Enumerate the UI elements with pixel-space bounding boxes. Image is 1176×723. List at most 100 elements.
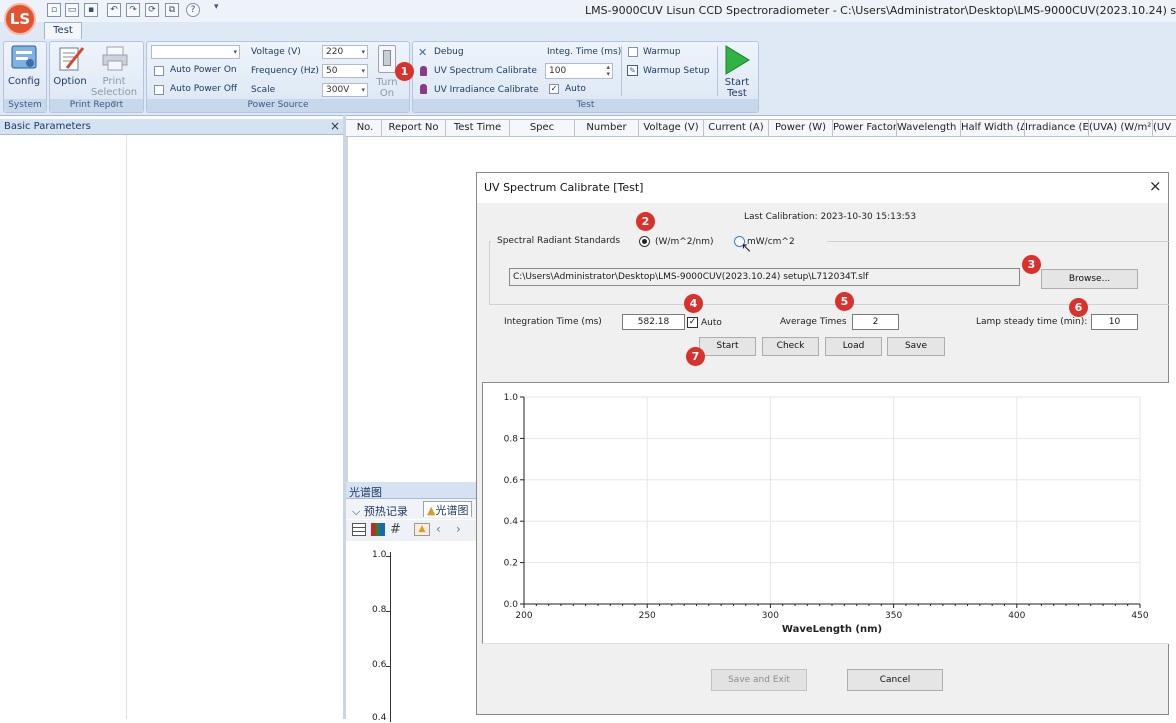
scale-select[interactable]: 300V ▾ [322, 83, 368, 97]
start-test-icon[interactable] [724, 45, 750, 75]
browse-button[interactable]: Browse... [1041, 269, 1138, 289]
col-header[interactable]: Irradiance (Ee,uv) (W/m²) [1025, 120, 1089, 136]
tab-spectrum[interactable]: ▲光谱图 [423, 501, 473, 517]
save-icon[interactable]: ▪ [84, 3, 98, 17]
config-icon[interactable] [9, 44, 39, 72]
col-header[interactable]: Power (W) [769, 120, 833, 136]
auto-power-off-checkbox[interactable] [154, 85, 164, 95]
color-bar-icon[interactable] [371, 523, 385, 536]
undo-icon[interactable]: ↶ [107, 3, 121, 17]
scale-value: 300V [326, 85, 350, 95]
start-button[interactable]: Start [699, 337, 756, 356]
load-button[interactable]: Load [825, 337, 882, 356]
auto-power-on-label: Auto Power On [170, 65, 237, 75]
unit-option-mw-cm2-label: mW/cm^2 [747, 237, 795, 247]
warmup-setup-button[interactable]: Warmup Setup [643, 66, 710, 76]
integration-time-input[interactable]: 582.18 [622, 314, 685, 330]
table-view-icon[interactable] [352, 523, 366, 536]
col-header[interactable]: Wavelength (λp) [897, 120, 961, 136]
bg-chart-tick-label: 1.0 [372, 550, 387, 560]
check-button[interactable]: Check [762, 337, 819, 356]
next-arrow-icon[interactable]: › [456, 522, 461, 536]
dialog-close-icon[interactable]: × [1149, 177, 1162, 195]
basic-parameters-grid [0, 135, 343, 719]
power-switch-icon[interactable] [378, 45, 396, 73]
col-header[interactable]: Report No [382, 120, 446, 136]
start-test-button[interactable]: Start Test [718, 77, 756, 99]
uv-spectrum-calibrate-dialog: UV Spectrum Calibrate [Test] × Last Cali… [476, 172, 1169, 715]
auto-power-off-label: Auto Power Off [170, 84, 238, 94]
bg-chart-tick [386, 666, 391, 667]
standard-file-path[interactable]: C:\Users\Administrator\Desktop\LMS-9000C… [509, 268, 1020, 286]
y-tick-label: 0.2 [504, 559, 518, 569]
option-icon[interactable] [57, 44, 85, 74]
print-selection-label: Print Selection [90, 76, 138, 98]
device-select[interactable]: ▾ [151, 45, 240, 59]
warmup-label: Warmup [643, 47, 681, 57]
option-button[interactable]: Option [52, 76, 88, 87]
col-header[interactable]: (UV [1153, 120, 1176, 136]
col-header[interactable]: Test Time [446, 120, 510, 136]
spectrum-toolbar: # ▲ ‹ › [346, 520, 486, 541]
turn-on-button[interactable]: Turn On [371, 77, 403, 99]
auto-power-on-checkbox[interactable] [154, 66, 164, 76]
close-panel-icon[interactable]: × [330, 119, 340, 133]
integ-time-input[interactable]: 100 ▴ ▾ [545, 63, 613, 79]
debug-button[interactable]: Debug [434, 47, 464, 57]
bg-chart-tick [386, 611, 391, 612]
x-tick-label: 350 [885, 611, 902, 621]
integration-auto-label: Auto [701, 318, 722, 328]
unit-radio-w-m2-nm[interactable] [639, 236, 650, 247]
lamp-steady-time-input[interactable]: 10 [1091, 314, 1138, 330]
redo-icon[interactable]: ↷ [126, 3, 140, 17]
save-button[interactable]: Save [887, 337, 945, 356]
tab-warmup-record[interactable]: ⌵ 预热记录 [352, 503, 408, 519]
x-tick-label: 200 [515, 611, 532, 621]
frequency-select[interactable]: 50 ▾ [322, 64, 368, 78]
cancel-button[interactable]: Cancel [847, 669, 943, 691]
tab-warmup-record-label: 预热记录 [363, 505, 408, 518]
col-header[interactable]: Current (A) [704, 120, 769, 136]
spectrum-panel-header: 光谱图 [346, 482, 486, 499]
print-selection-button: Print Selection ▾ [90, 76, 138, 109]
step-badge-7: 7 [686, 347, 705, 366]
y-tick-label: 0.4 [504, 517, 519, 527]
col-header[interactable]: Number [575, 120, 639, 136]
app-logo-icon[interactable]: LS [4, 3, 36, 35]
uv-irradiance-calibrate-button[interactable]: UV Irradiance Calibrate [434, 85, 539, 95]
col-header[interactable]: Spec [510, 120, 575, 136]
scale-label: Scale [251, 85, 276, 95]
chart-type-icon[interactable]: ▲ [414, 523, 430, 536]
y-tick-label: 0.8 [504, 434, 519, 444]
grid-icon[interactable]: # [390, 522, 401, 537]
new-file-icon[interactable]: ▫ [47, 3, 61, 17]
col-header[interactable]: No. [349, 120, 382, 136]
basic-parameters-header: Basic Parameters × [0, 119, 343, 135]
average-times-input[interactable]: 2 [852, 314, 899, 330]
col-header[interactable]: Half Width (Δλ) (nm) [961, 120, 1025, 136]
spectral-radiant-standards-label: Spectral Radiant Standards [497, 236, 621, 246]
quick-access-dropdown-icon[interactable]: ▾ [214, 2, 219, 12]
refresh-icon[interactable]: ⟳ [145, 3, 159, 17]
spectrum-tab-row: ⌵ 预热记录 ▲光谱图 [346, 499, 486, 519]
bg-chart-tick-label: 0.4 [372, 713, 387, 723]
basic-parameters-title: Basic Parameters [4, 121, 91, 132]
tab-test[interactable]: Test [44, 22, 82, 39]
col-header[interactable]: (UVA) (W/m²) [1089, 120, 1153, 136]
voltage-select[interactable]: 220 ▾ [322, 45, 368, 59]
warmup-checkbox[interactable] [628, 47, 638, 57]
copy-icon[interactable]: ⧉ [165, 3, 179, 17]
ribbon-auto-checkbox[interactable]: ✓ [549, 84, 559, 94]
bg-chart-y-axis [390, 552, 391, 722]
config-button[interactable]: Config [6, 76, 42, 87]
integration-time-label: Integration Time (ms) [504, 317, 602, 327]
open-folder-icon[interactable]: ▭ [65, 3, 79, 17]
col-header[interactable]: Voltage (V) [639, 120, 704, 136]
help-icon[interactable]: ? [186, 3, 200, 17]
uv-spectrum-calibrate-button[interactable]: UV Spectrum Calibrate [434, 66, 537, 76]
col-header[interactable]: Power Factor [833, 120, 897, 136]
save-and-exit-button[interactable]: Save and Exit [711, 669, 807, 691]
prev-arrow-icon[interactable]: ‹ [436, 522, 441, 536]
tab-spectrum-label: 光谱图 [435, 504, 469, 517]
integration-auto-checkbox[interactable]: ✓ [687, 317, 698, 328]
